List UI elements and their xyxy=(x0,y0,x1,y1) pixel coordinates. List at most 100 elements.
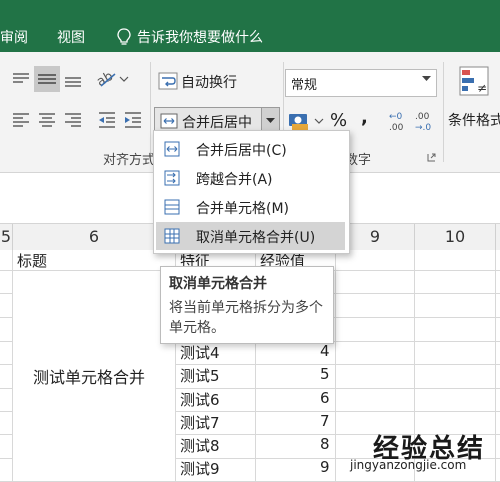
chevron-down-icon xyxy=(422,76,431,81)
menu-item-label: 合并后居中(C) xyxy=(196,143,287,159)
tab-view[interactable]: 视图 xyxy=(57,27,85,47)
gridline xyxy=(0,364,12,365)
merge-center-icon xyxy=(160,113,178,129)
row-value[interactable]: 4 xyxy=(320,342,330,360)
menu-item-label: 合并单元格(M) xyxy=(196,201,290,217)
decrease-indent-button[interactable] xyxy=(96,109,118,131)
column-label: 6 xyxy=(88,227,100,246)
unmerge-tooltip: 取消单元格合并 将当前单元格拆分为多个单元格。 xyxy=(160,266,334,344)
merge-center-icon xyxy=(164,141,180,157)
row-name[interactable]: 测试8 xyxy=(180,435,220,456)
column-label: 9 xyxy=(369,227,381,246)
align-right-button[interactable] xyxy=(62,109,84,131)
row-name[interactable]: 测试7 xyxy=(180,412,220,433)
column-header-11[interactable] xyxy=(496,224,500,251)
align-top-button[interactable] xyxy=(10,68,32,90)
svg-text:←0: ←0 xyxy=(389,112,403,122)
gridline xyxy=(175,411,500,412)
row-name[interactable]: 测试4 xyxy=(180,342,220,363)
wrap-text-button[interactable]: 自动换行 xyxy=(156,69,246,93)
gridline xyxy=(495,250,496,482)
gridline xyxy=(335,250,336,482)
gridline xyxy=(0,293,12,294)
gridline xyxy=(0,317,12,318)
gridline xyxy=(0,434,12,435)
gridline xyxy=(175,388,500,389)
align-middle-icon xyxy=(38,74,56,84)
align-left-button[interactable] xyxy=(10,109,32,131)
align-bottom-button[interactable] xyxy=(62,68,84,90)
orientation-button[interactable]: ab xyxy=(94,68,129,90)
align-right-icon xyxy=(65,113,81,127)
menu-item-merge-cells[interactable]: 合并单元格(M) xyxy=(156,193,345,221)
alignment-group-label: 对齐方式 xyxy=(103,153,156,168)
tooltip-description: 将当前单元格拆分为多个单元格。 xyxy=(169,300,323,336)
menu-item-label: 跨越合并(A) xyxy=(196,172,273,188)
row-name[interactable]: 测试9 xyxy=(180,458,220,479)
decrease-decimal-icon: .00 →.0 xyxy=(415,112,431,133)
gridline xyxy=(0,341,12,342)
svg-text:.00: .00 xyxy=(415,112,430,122)
column-header-10[interactable]: 10 xyxy=(415,224,496,251)
gridline xyxy=(175,364,500,365)
dialog-launcher-icon[interactable] xyxy=(427,153,436,162)
merge-center-label: 合并后居中 xyxy=(182,115,252,131)
merge-across-icon xyxy=(164,170,180,186)
gridline xyxy=(12,250,13,482)
row-value[interactable]: 7 xyxy=(320,412,330,430)
column-header-5[interactable]: 5 xyxy=(0,224,13,251)
svg-text:.00: .00 xyxy=(389,123,404,133)
wrap-text-icon xyxy=(158,72,178,90)
number-format-value: 常规 xyxy=(291,78,318,93)
increase-decimal-button[interactable]: ←0 .00 xyxy=(388,108,410,134)
row-value[interactable]: 8 xyxy=(320,435,330,453)
align-bottom-icon xyxy=(65,77,81,87)
row-name[interactable]: 测试5 xyxy=(180,365,220,386)
row-value[interactable]: 6 xyxy=(320,389,330,407)
menu-item-unmerge-cells[interactable]: 取消单元格合并(U) xyxy=(156,222,345,250)
ribbon-tab-bar: 审阅 视图 告诉我你想要做什么 xyxy=(0,0,500,52)
watermark-url: jingyanzongjie.com xyxy=(350,458,467,472)
align-left-icon xyxy=(13,113,29,127)
row-value[interactable]: 9 xyxy=(320,458,330,476)
increase-indent-button[interactable] xyxy=(122,109,144,131)
text-orientation-icon: ab xyxy=(94,69,129,90)
merge-dropdown-menu: 合并后居中(C) 跨越合并(A) 合并单元格(M) 取消单元格合并(U) xyxy=(153,130,350,254)
number-format-combo[interactable]: 常规 xyxy=(285,69,437,97)
cell-header-title[interactable]: 标题 xyxy=(17,250,47,271)
column-label: 10 xyxy=(444,227,466,246)
conditional-format-button[interactable]: ≠ 条件格式 xyxy=(446,64,500,134)
decrease-decimal-button[interactable]: .00 →.0 xyxy=(414,108,436,134)
align-middle-button[interactable] xyxy=(34,66,60,92)
menu-item-merge-center[interactable]: 合并后居中(C) xyxy=(156,135,345,163)
menu-item-merge-across[interactable]: 跨越合并(A) xyxy=(156,164,345,192)
tell-me-text: 告诉我你想要做什么 xyxy=(137,30,263,46)
increase-decimal-icon: ←0 .00 xyxy=(389,112,404,133)
svg-text:→.0: →.0 xyxy=(415,123,431,133)
tab-review[interactable]: 审阅 xyxy=(0,27,28,47)
column-label: 5 xyxy=(0,227,12,246)
merged-cell[interactable]: 测试单元格合并 xyxy=(33,364,145,388)
svg-text:≠: ≠ xyxy=(477,81,487,95)
ribbon-separator xyxy=(150,62,151,162)
ribbon-separator xyxy=(443,62,444,162)
gridline xyxy=(0,411,12,412)
column-header-6[interactable]: 6 xyxy=(13,224,176,251)
comma-style-button[interactable]: , xyxy=(361,107,368,128)
conditional-format-icon: ≠ xyxy=(459,66,489,96)
tooltip-title: 取消单元格合并 xyxy=(169,276,267,292)
gridline xyxy=(0,388,12,389)
gridline xyxy=(0,458,12,459)
align-top-icon xyxy=(13,73,29,83)
align-center-icon xyxy=(39,113,55,127)
lightbulb-icon xyxy=(117,28,131,45)
svg-text:ab: ab xyxy=(95,69,116,90)
row-name[interactable]: 测试6 xyxy=(180,389,220,410)
chevron-down-icon xyxy=(266,118,275,123)
percent-style-button[interactable]: % xyxy=(330,110,347,131)
wrap-text-label: 自动换行 xyxy=(181,75,237,91)
row-value[interactable]: 5 xyxy=(320,365,330,383)
increase-indent-icon xyxy=(125,112,141,128)
conditional-format-label: 条件格式 xyxy=(448,113,500,129)
align-center-button[interactable] xyxy=(36,109,58,131)
